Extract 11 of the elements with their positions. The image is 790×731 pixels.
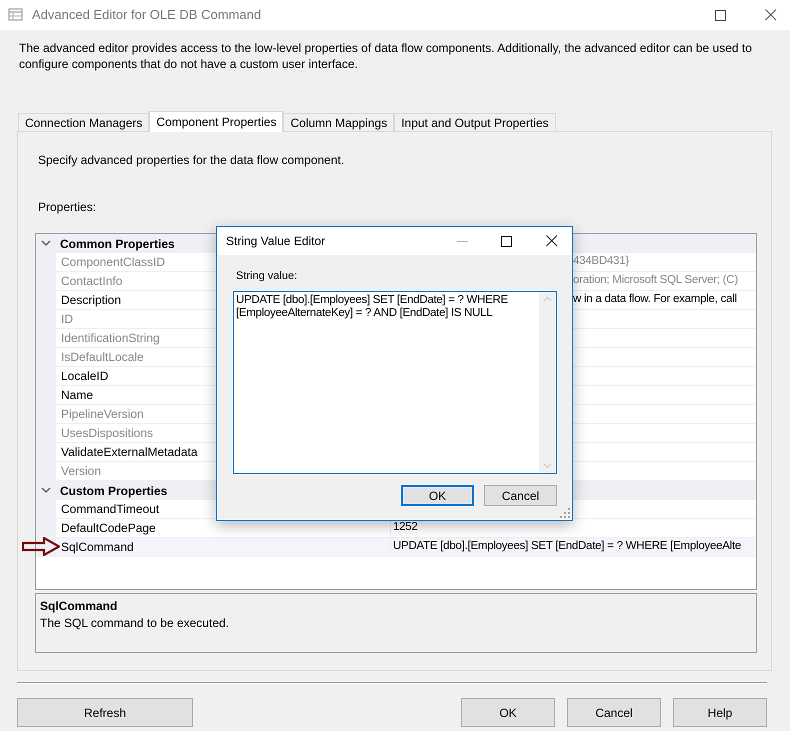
properties-label: Properties: <box>38 199 98 214</box>
field-value: UPDATE [dbo].[Employees] SET [EndDate] = ? WHERE [EmployeeAlternateKey] = ? AND [EndDate] IS NULL <box>235 293 509 321</box>
description-title: SqlCommand <box>40 598 118 614</box>
description-text: The SQL command to be executed. <box>40 615 230 632</box>
window-title: Advanced Editor for OLE DB Command <box>32 6 262 24</box>
instruction-text: Specify advanced properties for the data flow component. <box>38 152 346 167</box>
dialog-title: String Value Editor <box>226 233 326 250</box>
field-label: String value: <box>236 269 298 284</box>
category-heading: Custom Properties <box>60 482 168 500</box>
intro-text: The advanced editor provides access to the low-level properties of data flow components. Additionally, the advanced editor can be used to configure components that do not have a custom user interface. <box>19 40 753 72</box>
category-heading: Common Properties <box>60 236 175 252</box>
